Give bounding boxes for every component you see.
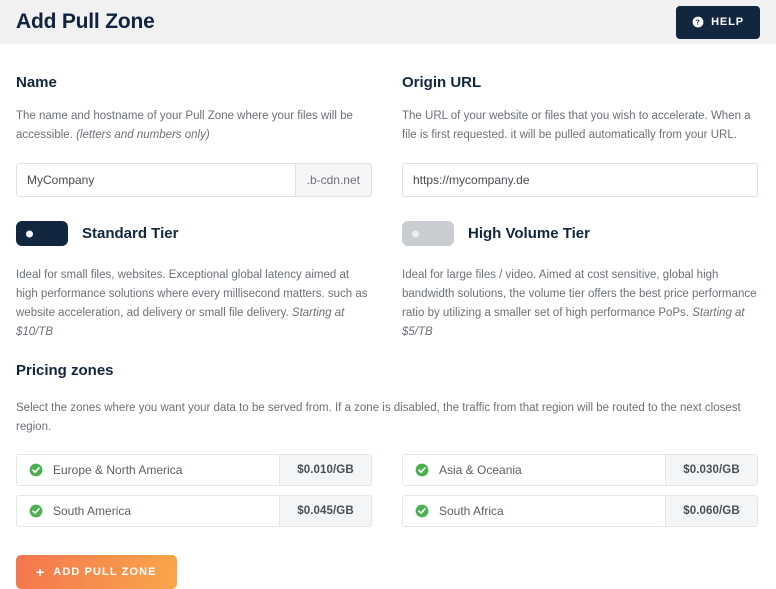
plus-icon: + [36, 564, 46, 580]
add-pull-zone-button-label: ADD PULL ZONE [53, 566, 157, 578]
pricing-zones-grid: Europe & North America $0.010/GB South A… [16, 454, 760, 536]
page-title: Add Pull Zone [16, 9, 155, 33]
zone-name-label: Asia & Oceania [439, 463, 522, 477]
table-row[interactable]: Europe & North America $0.010/GB [16, 454, 372, 486]
high-volume-tier-block: High Volume Tier Ideal for large files /… [402, 221, 758, 342]
high-volume-tier-toggle[interactable] [402, 221, 454, 246]
add-pull-zone-button[interactable]: + ADD PULL ZONE [16, 555, 177, 589]
zone-name-cell: South America [17, 496, 279, 526]
name-section-title: Name [16, 74, 57, 91]
page-header: Add Pull Zone ? HELP [0, 0, 776, 44]
standard-tier-block: Standard Tier Ideal for small files, web… [16, 221, 372, 342]
check-circle-icon [29, 463, 43, 477]
question-circle-icon: ? [692, 16, 704, 28]
page-content: Name The name and hostname of your Pull … [0, 75, 776, 589]
name-section-description: The name and hostname of your Pull Zone … [16, 107, 372, 145]
high-volume-tier-header: High Volume Tier [402, 221, 758, 246]
table-row[interactable]: South Africa $0.060/GB [402, 495, 758, 527]
name-description-emphasis: (letters and numbers only) [76, 129, 210, 141]
top-fields-row: Name The name and hostname of your Pull … [16, 75, 760, 197]
zone-name-cell: South Africa [403, 496, 665, 526]
pull-zone-name-input[interactable] [17, 164, 295, 196]
zone-name-label: Europe & North America [53, 463, 183, 477]
pull-zone-name-suffix: .b-cdn.net [294, 164, 371, 196]
pricing-zones-column-right: Asia & Oceania $0.030/GB South Africa $0… [402, 454, 758, 536]
pricing-zones-column-left: Europe & North America $0.010/GB South A… [16, 454, 372, 536]
zone-name-cell: Europe & North America [17, 455, 279, 485]
table-row[interactable]: Asia & Oceania $0.030/GB [402, 454, 758, 486]
zone-price-cell: $0.060/GB [665, 496, 757, 526]
pricing-zones-section: Pricing zones Select the zones where you… [16, 363, 760, 536]
origin-url-input-wrapper [402, 163, 758, 197]
origin-url-input[interactable] [402, 163, 758, 197]
name-section: Name The name and hostname of your Pull … [16, 75, 372, 197]
svg-text:?: ? [695, 18, 700, 27]
zone-price-cell: $0.010/GB [279, 455, 371, 485]
pull-zone-name-input-group: .b-cdn.net [16, 163, 372, 197]
standard-tier-toggle-knob [26, 230, 33, 237]
standard-tier-toggle[interactable] [16, 221, 68, 246]
standard-tier-description: Ideal for small files, websites. Excepti… [16, 266, 372, 342]
zone-price-cell: $0.045/GB [279, 496, 371, 526]
zone-price-cell: $0.030/GB [665, 455, 757, 485]
check-circle-icon [29, 504, 43, 518]
zone-name-label: South America [53, 504, 132, 518]
origin-section-description: The URL of your website or files that yo… [402, 110, 751, 141]
pricing-zones-title: Pricing zones [16, 362, 114, 379]
high-volume-tier-toggle-knob [412, 230, 419, 237]
help-button[interactable]: ? HELP [676, 5, 760, 39]
submit-row: + ADD PULL ZONE [16, 555, 760, 589]
check-circle-icon [415, 463, 429, 477]
high-volume-tier-description: Ideal for large files / video. Aimed at … [402, 266, 758, 342]
table-row[interactable]: South America $0.045/GB [16, 495, 372, 527]
pricing-zones-description: Select the zones where you want your dat… [16, 402, 741, 433]
standard-tier-header: Standard Tier [16, 221, 372, 246]
check-circle-icon [415, 504, 429, 518]
help-button-label: HELP [711, 16, 744, 28]
tier-toggles-row: Standard Tier Ideal for small files, web… [16, 221, 760, 342]
zone-name-cell: Asia & Oceania [403, 455, 665, 485]
origin-section-title: Origin URL [402, 74, 482, 91]
standard-tier-label: Standard Tier [82, 225, 179, 242]
zone-name-label: South Africa [439, 504, 504, 518]
origin-section: Origin URL The URL of your website or fi… [402, 75, 758, 197]
high-volume-tier-label: High Volume Tier [468, 225, 590, 242]
